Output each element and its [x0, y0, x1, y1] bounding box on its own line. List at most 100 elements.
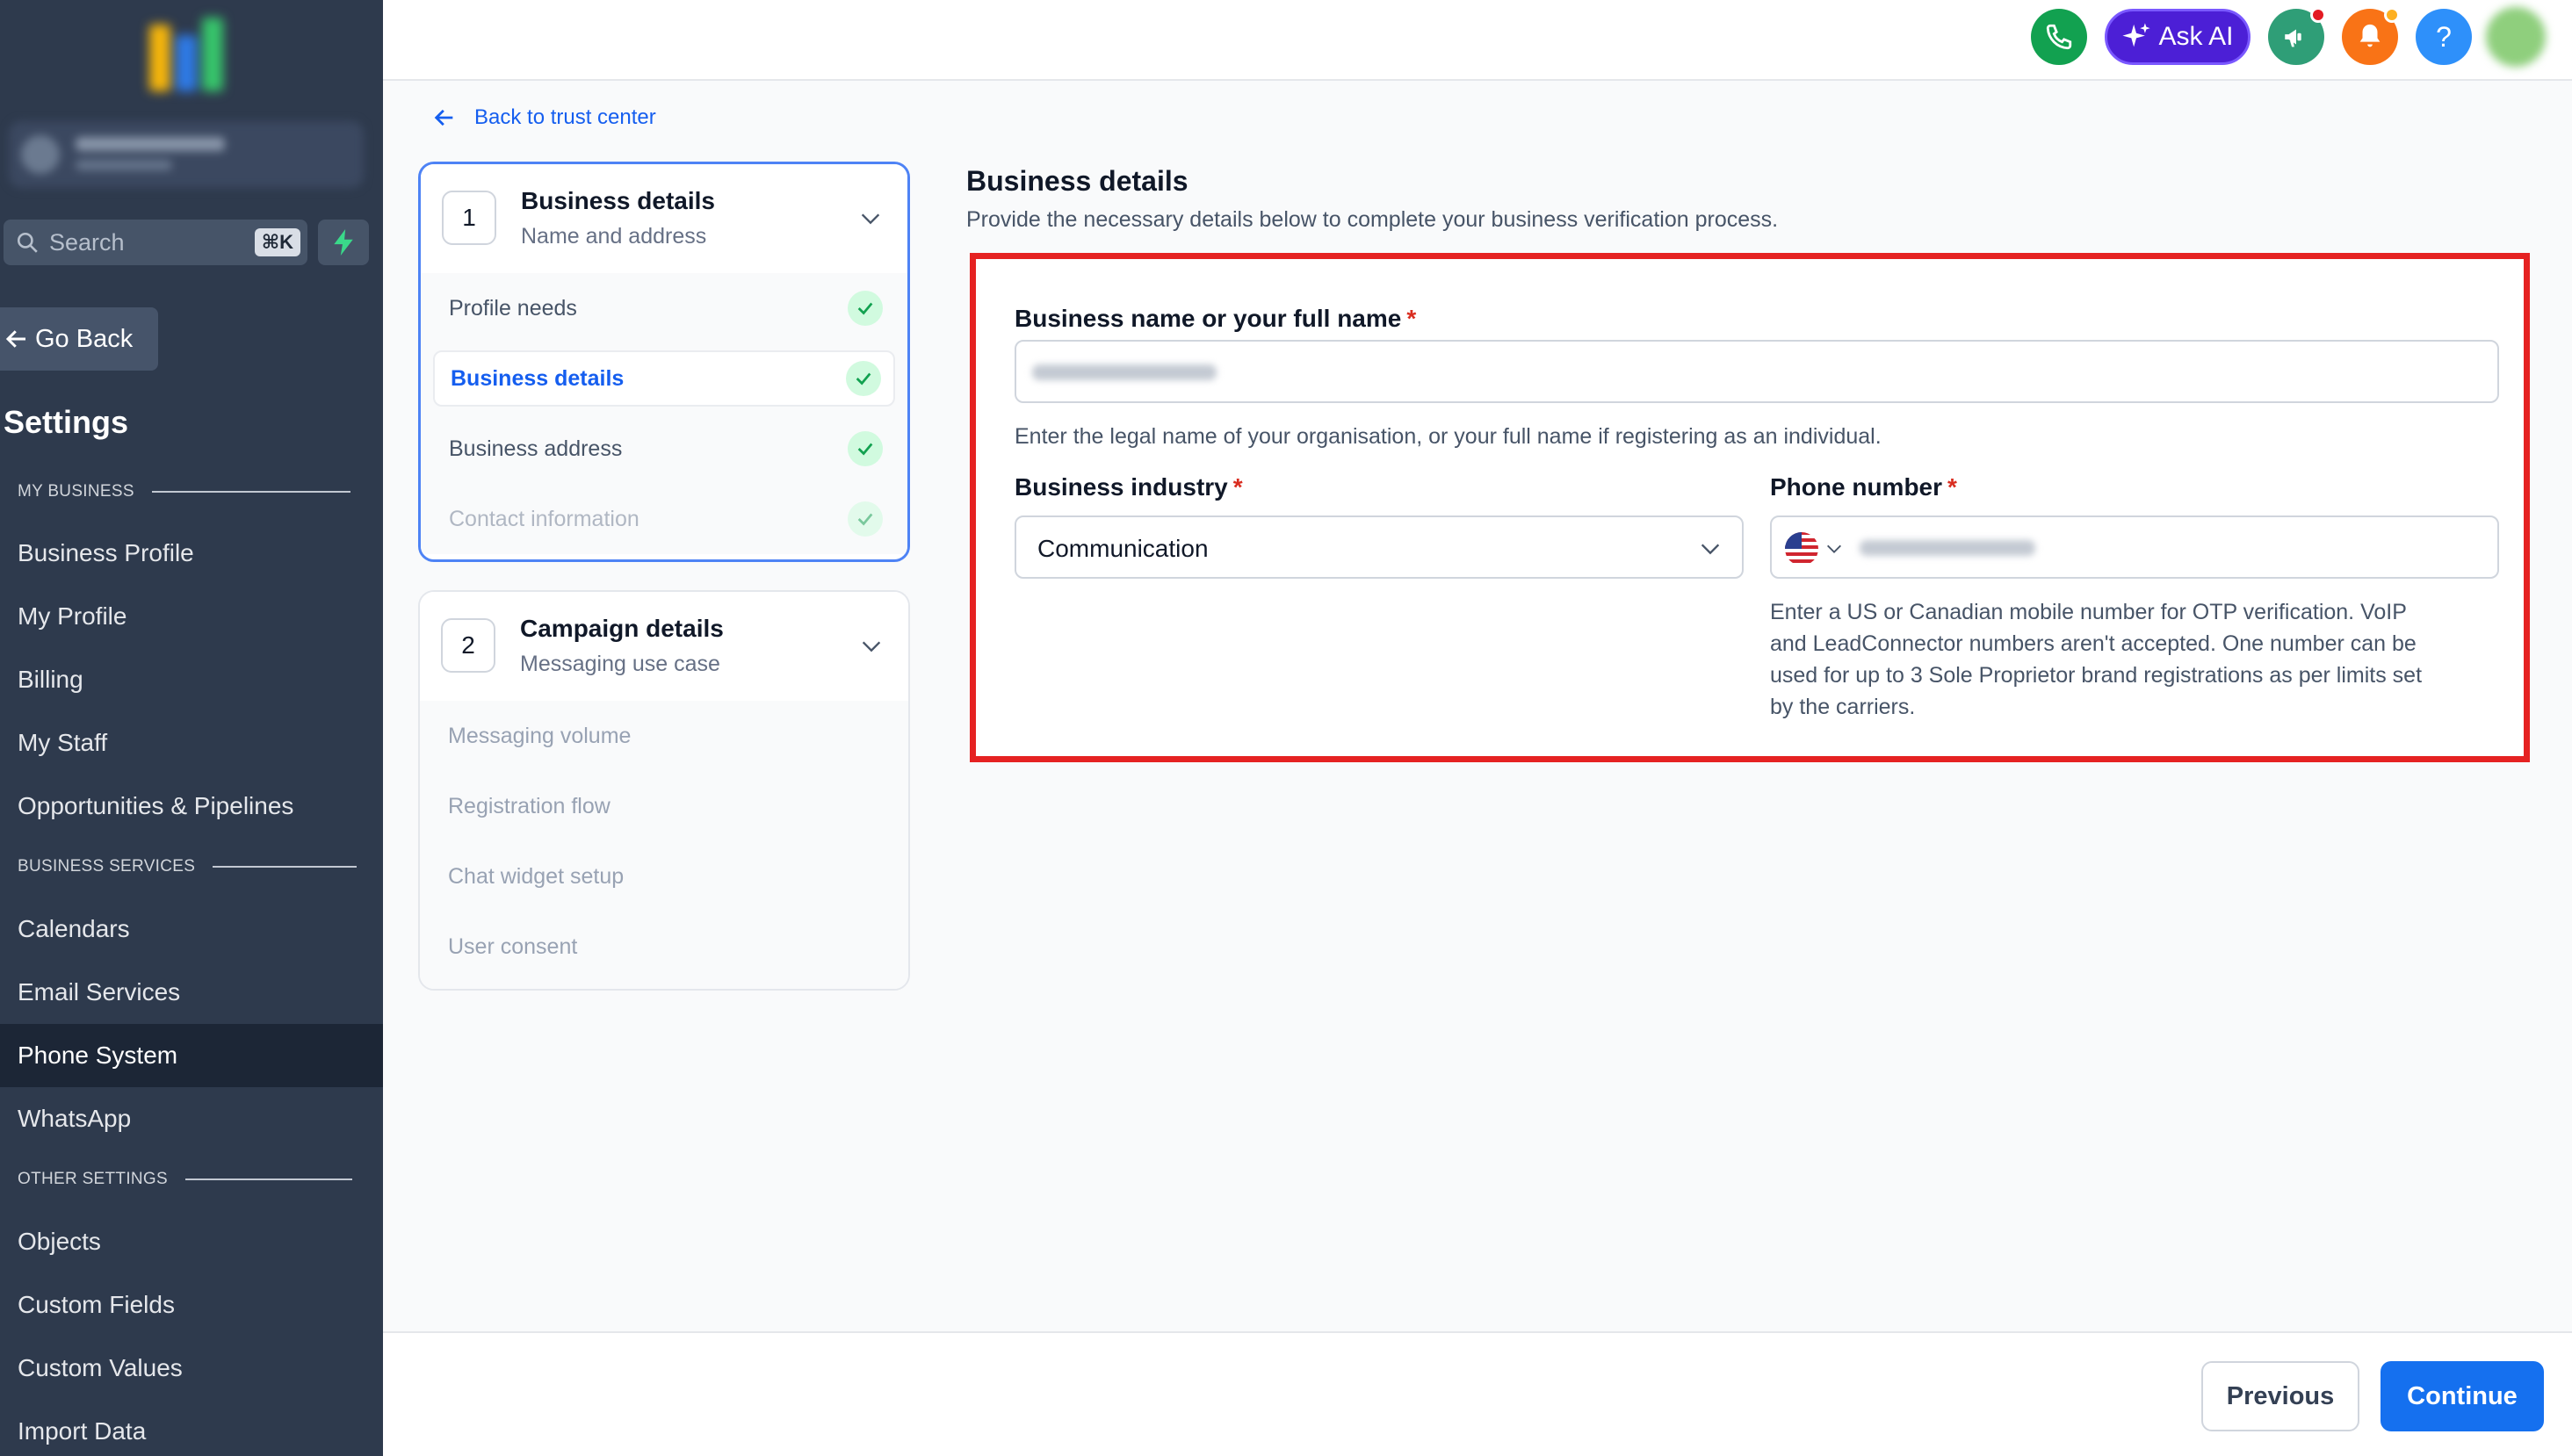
sidebar-search[interactable]: Search ⌘K	[4, 220, 307, 265]
settings-title: Settings	[4, 404, 129, 440]
sidebar: Search ⌘K Go Back Settings MY BUSINESS B…	[0, 0, 383, 1456]
substep-label: Messaging volume	[448, 723, 632, 748]
ask-ai-label: Ask AI	[2158, 22, 2234, 51]
chevron-down-icon[interactable]	[858, 206, 883, 231]
lightning-icon	[334, 229, 353, 256]
sidebar-item-phone-system[interactable]: Phone System	[0, 1024, 383, 1087]
section-divider	[213, 866, 358, 868]
sidebar-item-custom-fields[interactable]: Custom Fields	[0, 1273, 383, 1337]
form-subtitle: Provide the necessary details below to c…	[966, 207, 1779, 232]
substep-contact-information[interactable]: Contact information	[433, 484, 895, 554]
ask-ai-button[interactable]: Ask AI	[2105, 9, 2250, 65]
step-number: 1	[442, 191, 496, 245]
check-icon	[848, 431, 883, 466]
section-label: MY BUSINESS	[18, 482, 134, 501]
substep-registration-flow[interactable]: Registration flow	[432, 771, 896, 841]
avatar[interactable]	[2486, 7, 2546, 67]
section-divider	[151, 491, 350, 493]
step-header[interactable]: 2 Campaign details Messaging use case	[420, 592, 908, 701]
check-icon	[846, 361, 881, 396]
search-shortcut: ⌘K	[254, 228, 300, 256]
phone-number-input[interactable]	[1770, 515, 2499, 579]
business-industry-value: Communication	[1037, 535, 1209, 562]
search-placeholder: Search	[49, 228, 125, 256]
substep-chat-widget-setup[interactable]: Chat widget setup	[432, 841, 896, 912]
previous-button[interactable]: Previous	[2201, 1361, 2359, 1431]
megaphone-icon	[2285, 29, 2301, 47]
required-mark: *	[1232, 473, 1243, 501]
bell-icon	[2359, 24, 2381, 47]
step-subtitle: Name and address	[521, 224, 707, 249]
business-industry-select[interactable]: Communication	[1015, 515, 1744, 579]
sidebar-item-label: Phone System	[18, 1042, 178, 1069]
sidebar-item-email-services[interactable]: Email Services	[0, 961, 383, 1024]
business-name-input[interactable]	[1015, 340, 2499, 403]
arrow-left-icon	[5, 330, 25, 348]
help-line: and LeadConnector numbers aren't accepte…	[1770, 631, 2417, 656]
help-button[interactable]: ?	[2416, 9, 2472, 65]
sidebar-item-label: Objects	[18, 1228, 101, 1255]
sidebar-item-billing[interactable]: Billing	[0, 648, 383, 711]
sidebar-item-custom-values[interactable]: Custom Values	[0, 1337, 383, 1400]
account-switcher[interactable]	[9, 121, 364, 188]
notifications-button[interactable]	[2342, 7, 2400, 65]
back-to-trust-center-link[interactable]: Back to trust center	[432, 105, 656, 130]
sidebar-item-whatsapp[interactable]: WhatsApp	[0, 1087, 383, 1150]
substep-label: Registration flow	[448, 793, 610, 818]
substep-business-details[interactable]: Business details	[433, 350, 895, 407]
sidebar-item-label: Billing	[18, 666, 83, 693]
sidebar-item-business-profile[interactable]: Business Profile	[0, 522, 383, 585]
section-business-services: BUSINESS SERVICES	[18, 857, 358, 876]
phone-button[interactable]	[2031, 9, 2087, 65]
go-back-button[interactable]: Go Back	[0, 307, 158, 371]
search-icon	[17, 232, 38, 253]
announcements-button[interactable]	[2268, 7, 2326, 65]
required-mark: *	[1406, 305, 1417, 332]
substep-profile-needs[interactable]: Profile needs	[433, 273, 895, 343]
chevron-down-icon[interactable]	[859, 634, 884, 659]
sparkle-icon	[2122, 23, 2151, 47]
check-icon	[848, 501, 883, 537]
continue-button[interactable]: Continue	[2381, 1361, 2544, 1431]
substep-business-address[interactable]: Business address	[433, 414, 895, 484]
sidebar-item-label: Business Profile	[18, 539, 194, 566]
country-code-dropdown[interactable]	[1784, 531, 1844, 566]
help-line: used for up to 3 Sole Proprietor brand r…	[1770, 663, 2423, 688]
sidebar-item-calendars[interactable]: Calendars	[0, 897, 383, 961]
quick-actions-button[interactable]	[318, 220, 369, 265]
step-substeps: Profile needs Business details Business …	[421, 273, 907, 554]
sidebar-item-label: WhatsApp	[18, 1105, 132, 1132]
step-header[interactable]: 1 Business details Name and address	[421, 164, 907, 273]
app-logo	[141, 18, 232, 95]
step-substeps: Messaging volume Registration flow Chat …	[420, 701, 908, 989]
check-icon	[848, 291, 883, 326]
substep-messaging-volume[interactable]: Messaging volume	[432, 701, 896, 771]
step-number: 2	[441, 618, 495, 673]
substep-label: User consent	[448, 933, 578, 959]
sidebar-item-opportunities-pipelines[interactable]: Opportunities & Pipelines	[0, 775, 383, 838]
phone-icon	[2046, 24, 2072, 50]
substep-label: Contact information	[449, 506, 639, 531]
sidebar-item-label: Import Data	[18, 1417, 147, 1445]
step-subtitle: Messaging use case	[520, 652, 720, 676]
sidebar-item-my-profile[interactable]: My Profile	[0, 585, 383, 648]
help-line: by the carriers.	[1770, 695, 1916, 719]
substep-user-consent[interactable]: User consent	[432, 912, 896, 982]
label-text: Business industry	[1015, 473, 1228, 501]
required-mark: *	[1947, 473, 1957, 501]
help-line: Enter a US or Canadian mobile number for…	[1770, 600, 2407, 624]
sidebar-item-label: Custom Values	[18, 1354, 183, 1381]
label-text: Business name or your full name	[1015, 305, 1402, 332]
section-divider	[185, 1178, 352, 1180]
step-card-campaign-details: 2 Campaign details Messaging use case Me…	[418, 590, 910, 991]
section-label: OTHER SETTINGS	[18, 1170, 168, 1188]
sidebar-item-import-data[interactable]: Import Data	[0, 1400, 383, 1456]
step-title: Campaign details	[520, 615, 724, 642]
sidebar-item-my-staff[interactable]: My Staff	[0, 711, 383, 775]
business-details-form: Business name or your full name * Enter t…	[970, 253, 2530, 762]
section-my-business: MY BUSINESS	[18, 482, 350, 501]
back-link-label: Back to trust center	[474, 105, 656, 129]
sidebar-item-label: Opportunities & Pipelines	[18, 792, 294, 819]
section-other-settings: OTHER SETTINGS	[18, 1170, 352, 1189]
sidebar-item-objects[interactable]: Objects	[0, 1210, 383, 1273]
